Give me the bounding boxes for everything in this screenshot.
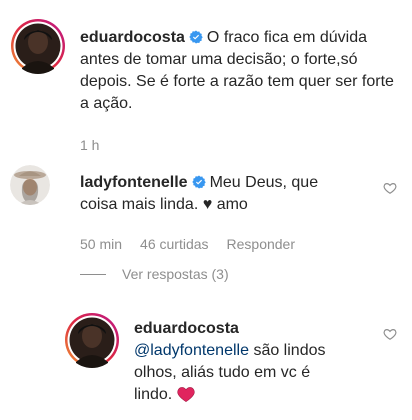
comment-username[interactable]: ladyfontenelle [80, 174, 188, 191]
avatar-eduardocosta[interactable] [10, 18, 66, 74]
comment-text-end: amo [216, 196, 248, 213]
comment-caption: eduardocosta O fraco fica em dúvida antes… [80, 27, 400, 115]
comment-body-ladyfontenelle: ladyfontenelle Meu Deus, que coisa mais l… [80, 172, 370, 216]
reply-text-line1: são lindos [253, 342, 326, 359]
view-replies-label: Ver respostas (3) [122, 266, 229, 282]
reply-text-line3: lindo. [134, 386, 173, 403]
mention-link[interactable]: @ladyfontenelle [134, 342, 249, 359]
verified-badge-icon [191, 175, 206, 189]
comment-time: 50 min [80, 236, 123, 252]
heart-symbol: ♥ [202, 196, 213, 213]
likes-count[interactable]: 46 curtidas [140, 236, 208, 252]
heart-outline-icon[interactable] [383, 181, 397, 195]
reply-text-line2: olhos, aliás tudo em vc é [134, 364, 311, 381]
comment-time: 1 h [80, 137, 100, 153]
comment-meta: 1 h [80, 137, 117, 153]
avatar-eduardocosta-reply[interactable] [64, 312, 120, 368]
comments-thread: eduardocosta O fraco fica em dúvida antes… [0, 0, 412, 420]
view-replies-button[interactable]: Ver respostas (3) [80, 266, 229, 282]
reply-body-eduardocosta: eduardocosta @ladyfontenelle são lindos … [134, 318, 374, 406]
red-heart-emoji [177, 387, 195, 402]
heart-outline-icon[interactable] [383, 327, 397, 341]
avatar-ladyfontenelle[interactable] [10, 165, 50, 205]
comment-meta-ladyfontenelle: 50 min 46 curtidas Responder [80, 236, 313, 252]
comment-text-line2: coisa mais linda. [80, 196, 199, 213]
comment-username[interactable]: eduardocosta [134, 320, 239, 337]
reply-button[interactable]: Responder [227, 236, 296, 252]
replies-divider [80, 273, 106, 275]
comment-username[interactable]: eduardocosta [80, 29, 185, 46]
comment-text-line1: Meu Deus, que [209, 174, 319, 191]
verified-badge-icon [189, 30, 203, 44]
